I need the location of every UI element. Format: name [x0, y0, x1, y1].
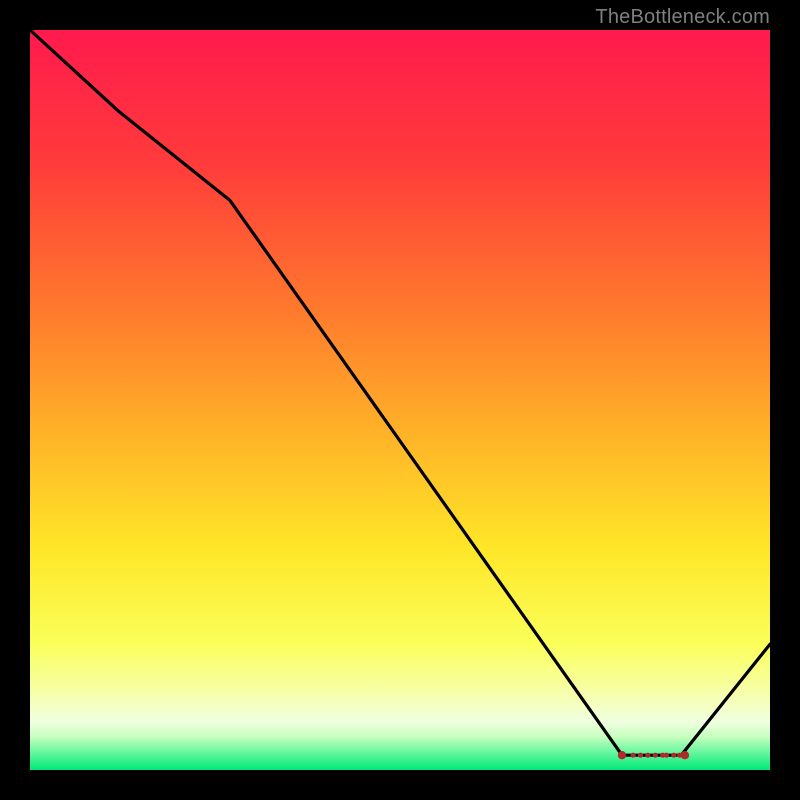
marker-point — [671, 753, 676, 758]
marker-point — [638, 753, 643, 758]
chart-svg — [30, 30, 770, 770]
marker-point — [653, 753, 658, 758]
plot-area — [30, 30, 770, 770]
marker-point — [664, 753, 669, 758]
marker-point — [618, 751, 626, 759]
marker-point — [645, 753, 650, 758]
chart-frame: TheBottleneck.com — [0, 0, 800, 800]
marker-point — [631, 753, 636, 758]
gradient-background — [30, 30, 770, 770]
attribution-label: TheBottleneck.com — [595, 6, 770, 29]
marker-point — [681, 751, 689, 759]
